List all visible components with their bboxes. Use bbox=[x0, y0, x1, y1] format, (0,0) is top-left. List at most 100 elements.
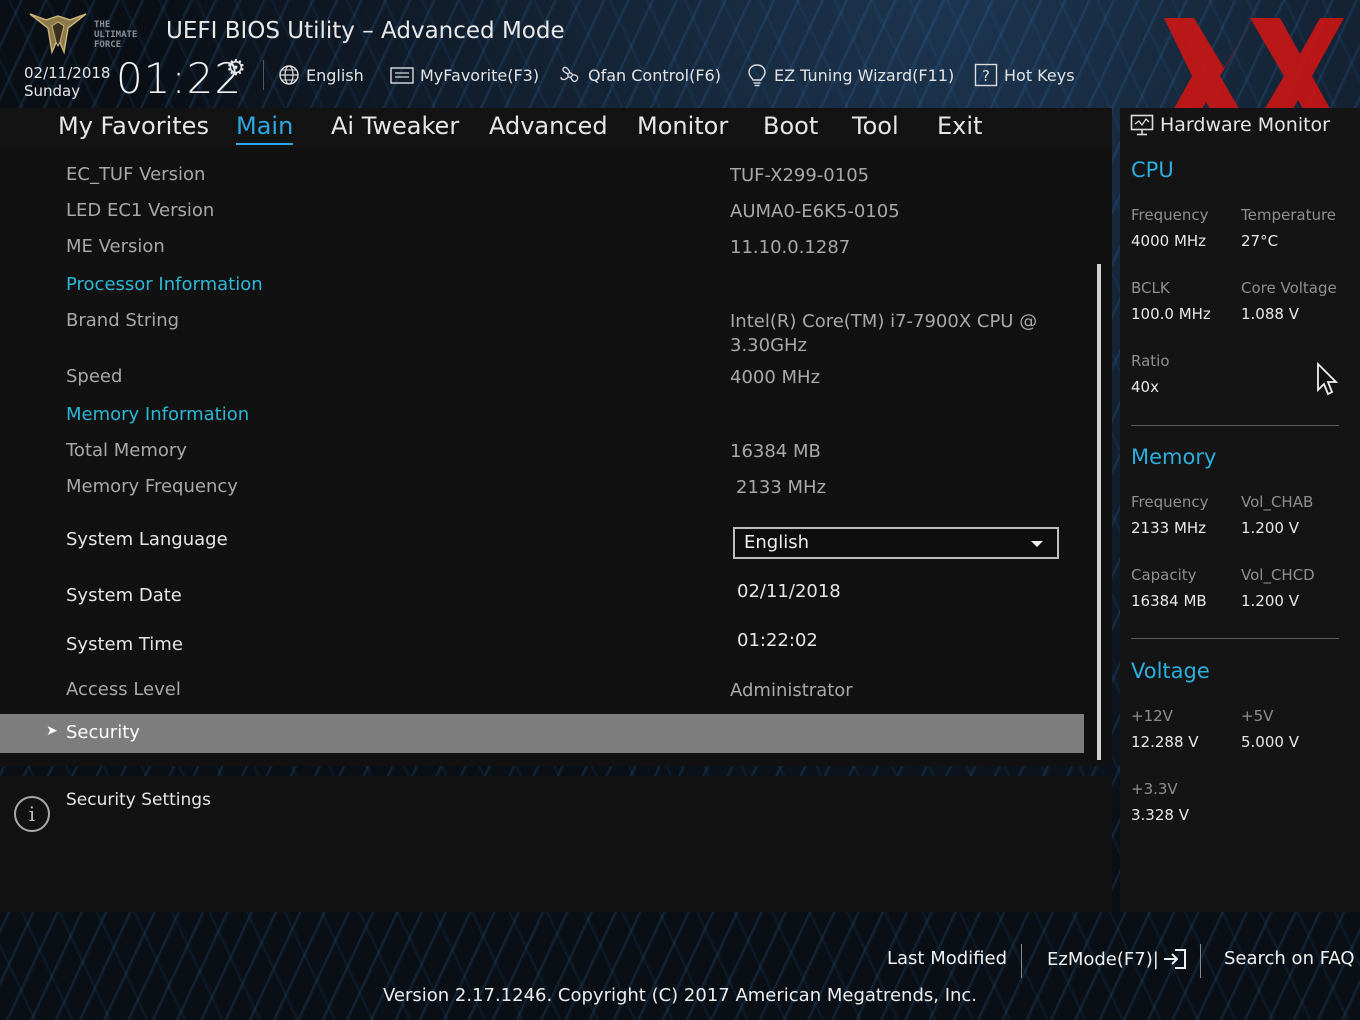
ezmode-button[interactable]: EzMode(F7)| bbox=[1047, 948, 1187, 970]
security-submenu-item[interactable]: ➤ Security bbox=[0, 714, 1084, 753]
cpu-section-title: CPU bbox=[1131, 158, 1174, 182]
myfavorite-button[interactable]: MyFavorite(F3) bbox=[390, 62, 539, 88]
svg-text:?: ? bbox=[982, 67, 990, 85]
vol-chab-value: 1.200 V bbox=[1241, 519, 1299, 537]
cpu-frequency-label: Frequency bbox=[1131, 206, 1209, 224]
fan-icon bbox=[560, 66, 579, 83]
system-language-label: System Language bbox=[66, 529, 228, 550]
favorite-list-icon bbox=[390, 67, 414, 84]
qfan-control-button[interactable]: Qfan Control(F6) bbox=[558, 62, 721, 88]
brand-string-line2: 3.30GHz bbox=[730, 335, 808, 356]
search-on-faq-button[interactable]: Search on FAQ bbox=[1224, 948, 1355, 969]
language-label: English bbox=[306, 65, 364, 85]
myfavorite-label: MyFavorite(F3) bbox=[420, 65, 540, 85]
vol-chab-label: Vol_CHAB bbox=[1241, 493, 1314, 511]
total-memory-value: 16384 MB bbox=[730, 441, 821, 462]
exit-arrow-icon bbox=[1163, 949, 1186, 969]
capacity-label: Capacity bbox=[1131, 566, 1197, 584]
ratio-value: 40x bbox=[1131, 378, 1159, 396]
speed-label: Speed bbox=[66, 366, 123, 387]
main-content-panel: EC_TUF Version TUF-X299-0105 LED EC1 Ver… bbox=[0, 148, 1112, 766]
access-level-label: Access Level bbox=[66, 679, 181, 700]
core-voltage-label: Core Voltage bbox=[1241, 279, 1337, 297]
cpu-frequency-value: 4000 MHz bbox=[1131, 232, 1207, 250]
dropdown-caret-icon bbox=[1031, 541, 1043, 547]
v5-value: 5.000 V bbox=[1241, 733, 1299, 751]
processor-information-heading: Processor Information bbox=[66, 274, 263, 295]
me-version-value: 11.10.0.1287 bbox=[730, 237, 851, 258]
date-text: 02/11/2018 bbox=[24, 64, 111, 82]
led-ec1-version-label: LED EC1 Version bbox=[66, 200, 215, 221]
speed-value: 4000 MHz bbox=[730, 367, 821, 388]
ec-tuf-version-label: EC_TUF Version bbox=[66, 164, 206, 185]
main-tabs: My Favorites Main Ai Tweaker Advanced Mo… bbox=[0, 108, 1112, 148]
footer-divider bbox=[1200, 944, 1201, 978]
ez-tuning-wizard-label: EZ Tuning Wizard(F11) bbox=[774, 65, 955, 85]
tab-monitor[interactable]: Monitor bbox=[637, 112, 728, 140]
brand-string-value: Intel(R) Core(TM) i7-7900X CPU @ 3.30GHz bbox=[730, 310, 1037, 358]
memory-section-title: Memory bbox=[1131, 445, 1217, 469]
help-text: Security Settings bbox=[66, 790, 211, 810]
version-copyright: Version 2.17.1246. Copyright (C) 2017 Am… bbox=[0, 985, 1360, 1006]
app-title: UEFI BIOS Utility – Advanced Mode bbox=[166, 18, 565, 44]
tab-tool[interactable]: Tool bbox=[852, 112, 899, 140]
v33-value: 3.328 V bbox=[1131, 806, 1189, 824]
tab-exit[interactable]: Exit bbox=[937, 112, 982, 140]
section-divider bbox=[1131, 425, 1339, 426]
monitor-icon bbox=[1130, 114, 1154, 136]
tab-advanced[interactable]: Advanced bbox=[489, 112, 608, 140]
last-modified-button[interactable]: Last Modified bbox=[887, 948, 1007, 969]
system-time-label: System Time bbox=[66, 634, 183, 655]
ec-tuf-version-value: TUF-X299-0105 bbox=[730, 165, 870, 186]
qfan-control-label: Qfan Control(F6) bbox=[588, 65, 721, 85]
system-language-select[interactable]: English bbox=[733, 527, 1059, 559]
language-button[interactable]: English bbox=[278, 62, 364, 88]
system-time-field[interactable]: 01:22:02 bbox=[737, 629, 818, 653]
tab-boot[interactable]: Boot bbox=[763, 112, 818, 140]
submenu-arrow-icon: ➤ bbox=[46, 723, 58, 739]
system-language-selected: English bbox=[744, 532, 809, 553]
scrollbar[interactable] bbox=[1097, 264, 1101, 760]
v5-label: +5V bbox=[1241, 707, 1274, 725]
ratio-label: Ratio bbox=[1131, 352, 1170, 370]
memory-frequency-value: 2133 MHz bbox=[736, 477, 827, 498]
voltage-section-title: Voltage bbox=[1131, 659, 1210, 683]
tab-ai-tweaker[interactable]: Ai Tweaker bbox=[331, 112, 459, 140]
tab-main[interactable]: Main bbox=[236, 112, 294, 145]
v12-value: 12.288 V bbox=[1131, 733, 1199, 751]
v33-label: +3.3V bbox=[1131, 780, 1178, 798]
section-divider bbox=[1131, 638, 1339, 639]
ez-tuning-wizard-button[interactable]: EZ Tuning Wizard(F11) bbox=[746, 62, 954, 88]
help-panel: i Security Settings bbox=[0, 776, 1112, 912]
cpu-temperature-label: Temperature bbox=[1241, 206, 1337, 224]
gear-icon[interactable]: ⚙ bbox=[226, 56, 246, 81]
security-label: Security bbox=[66, 722, 140, 743]
hot-keys-button[interactable]: ? Hot Keys bbox=[974, 62, 1075, 88]
header: THE ULTIMATE FORCE UEFI BIOS Utility – A… bbox=[0, 0, 1360, 134]
brand-string-line1: Intel(R) Core(TM) i7-7900X CPU @ bbox=[730, 311, 1038, 332]
core-voltage-value: 1.088 V bbox=[1241, 305, 1299, 323]
cpu-temperature-value: 27°C bbox=[1241, 232, 1279, 250]
header-divider bbox=[263, 60, 264, 90]
memory-frequency-label: Frequency bbox=[1131, 493, 1209, 511]
version-text: Version 2.17.1246. Copyright (C) 2017 Am… bbox=[382, 985, 978, 1006]
system-date-field[interactable]: 02/11/2018 bbox=[737, 580, 841, 604]
day-text: Sunday bbox=[24, 82, 81, 100]
access-level-value: Administrator bbox=[730, 680, 853, 701]
clock-time: 01:22 bbox=[116, 54, 243, 103]
tuf-logo: THE ULTIMATE FORCE bbox=[26, 8, 150, 58]
bclk-value: 100.0 MHz bbox=[1131, 305, 1211, 323]
logo-text: THE ULTIMATE FORCE bbox=[94, 20, 138, 50]
hot-keys-label: Hot Keys bbox=[1004, 65, 1075, 85]
tuf-wings-icon bbox=[29, 13, 87, 55]
tab-my-favorites[interactable]: My Favorites bbox=[58, 112, 209, 140]
system-date-label: System Date bbox=[66, 585, 182, 606]
hardware-monitor-title-text: Hardware Monitor bbox=[1160, 114, 1330, 136]
hardware-monitor-panel: Hardware Monitor CPU Frequency Temperatu… bbox=[1120, 108, 1360, 912]
led-ec1-version-value: AUMA0-E6K5-0105 bbox=[730, 201, 900, 222]
brand-string-label: Brand String bbox=[66, 310, 180, 331]
ezmode-label: EzMode(F7)| bbox=[1047, 948, 1159, 970]
footer-divider bbox=[1021, 944, 1022, 978]
lightbulb-icon bbox=[748, 64, 766, 87]
vol-chcd-value: 1.200 V bbox=[1241, 592, 1299, 610]
